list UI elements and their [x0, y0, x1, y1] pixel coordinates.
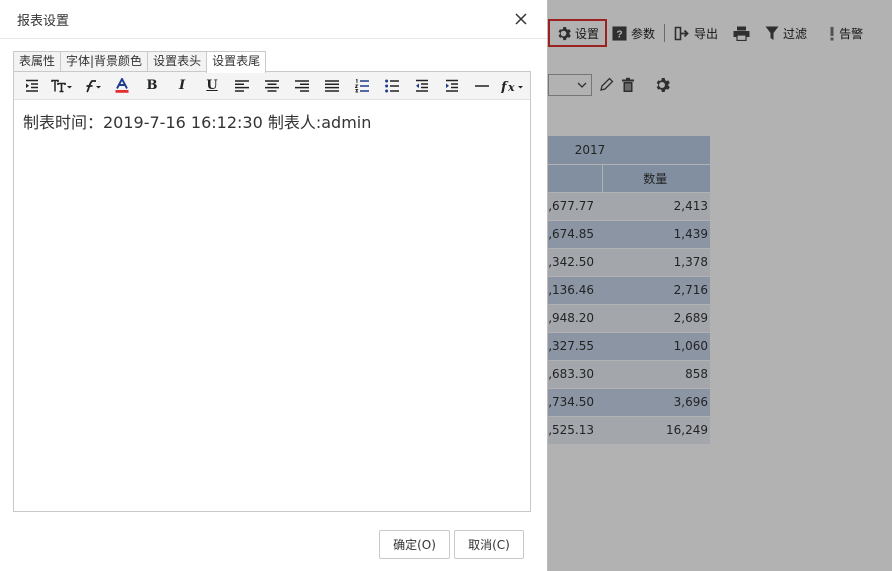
- indent-left-button[interactable]: [17, 75, 47, 97]
- unordered-list-icon: [385, 79, 399, 92]
- close-icon: [515, 13, 527, 25]
- indent-icon: [446, 79, 458, 92]
- align-center-button[interactable]: [257, 75, 287, 97]
- report-settings-dialog: 报表设置 表属性 字体|背景颜色 设置表头 设置表尾 B I U f x 制表时…: [0, 0, 548, 571]
- tab-table-header[interactable]: 设置表头: [147, 51, 208, 72]
- formula-button[interactable]: fx: [497, 75, 529, 97]
- align-left-button[interactable]: [227, 75, 257, 97]
- align-right-icon: [295, 79, 309, 92]
- align-right-button[interactable]: [287, 75, 317, 97]
- underline-icon: U: [206, 78, 218, 93]
- font-color-button[interactable]: [107, 75, 137, 97]
- settings-tabs: 表属性 字体|背景颜色 设置表头 设置表尾: [13, 51, 267, 73]
- indent-left-icon: [26, 79, 38, 92]
- horizontal-rule-button[interactable]: [467, 75, 497, 97]
- ok-button[interactable]: 确定(O): [379, 530, 450, 559]
- tab-table-properties[interactable]: 表属性: [13, 51, 62, 72]
- font-color-icon: [115, 78, 129, 93]
- dialog-divider: [0, 38, 547, 39]
- justify-icon: [325, 79, 339, 92]
- formula-icon: fx: [501, 80, 523, 93]
- tab-font-background[interactable]: 字体|背景颜色: [60, 51, 149, 72]
- italic-button[interactable]: I: [167, 75, 197, 97]
- align-center-icon: [265, 79, 279, 92]
- font-size-button[interactable]: [47, 75, 77, 97]
- unordered-list-button[interactable]: [377, 75, 407, 97]
- close-button[interactable]: [510, 8, 532, 30]
- outdent-button[interactable]: [407, 75, 437, 97]
- bold-icon: B: [146, 78, 158, 93]
- footer-text[interactable]: 制表时间：2019-7-16 16:12:30 制表人:admin: [23, 109, 371, 133]
- underline-button[interactable]: U: [197, 75, 227, 97]
- horizontal-rule-icon: [475, 84, 489, 87]
- editor-toolbar: B I U f x: [14, 72, 530, 100]
- justify-button[interactable]: [317, 75, 347, 97]
- font-family-icon: [86, 79, 101, 92]
- ordered-list-button[interactable]: [347, 75, 377, 97]
- svg-text:x: x: [507, 81, 515, 93]
- indent-button[interactable]: [437, 75, 467, 97]
- font-family-button[interactable]: [77, 75, 107, 97]
- align-left-icon: [235, 79, 249, 92]
- cancel-button[interactable]: 取消(C): [454, 530, 524, 559]
- font-size-icon: [51, 79, 72, 92]
- outdent-icon: [416, 79, 428, 92]
- tab-table-footer[interactable]: 设置表尾: [206, 51, 267, 73]
- ordered-list-icon: [355, 78, 369, 92]
- bold-button[interactable]: B: [137, 75, 167, 97]
- dialog-title: 报表设置: [17, 14, 70, 29]
- footer-editor: B I U f x 制表时间：2019-7-16 16:12:30 制表人:ad…: [13, 71, 531, 512]
- italic-icon: I: [178, 78, 186, 93]
